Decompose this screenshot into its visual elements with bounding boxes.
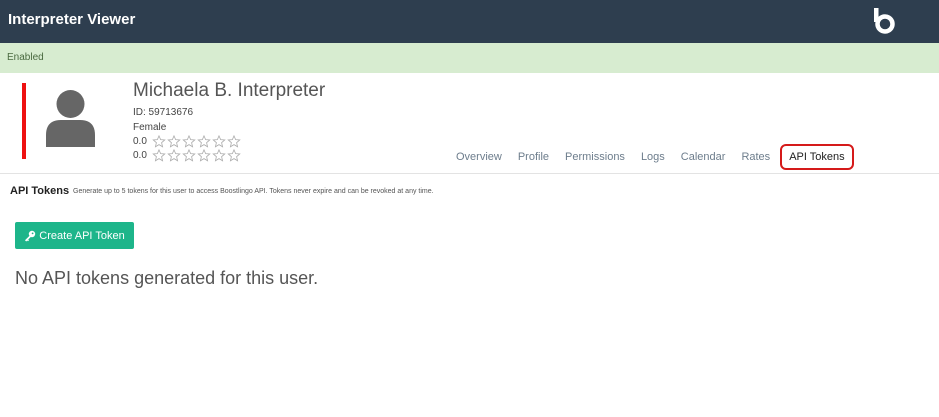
- section-title: API Tokens: [10, 185, 70, 197]
- user-gender: Female: [133, 122, 167, 133]
- rating-value: 0.0: [133, 150, 147, 161]
- boostlingo-logo-icon[interactable]: [872, 8, 896, 34]
- rating-row-2: 0.0: [133, 149, 242, 162]
- avatar-user-icon: [46, 90, 95, 147]
- star-icon: [152, 135, 166, 148]
- rating-row-1: 0.0: [133, 135, 242, 148]
- app-title: Interpreter Viewer: [8, 11, 136, 28]
- top-bar: Interpreter Viewer: [0, 0, 939, 43]
- star-icon: [227, 135, 241, 148]
- star-icon: [167, 135, 181, 148]
- rating-stars: [152, 135, 242, 148]
- star-icon: [227, 149, 241, 162]
- star-icon: [212, 135, 226, 148]
- tab-overview[interactable]: Overview: [456, 151, 502, 163]
- tab-permissions[interactable]: Permissions: [565, 151, 625, 163]
- tab-api-tokens[interactable]: API Tokens: [780, 144, 854, 170]
- create-api-token-label: Create API Token: [39, 229, 125, 242]
- rating-stars: [152, 149, 242, 162]
- section-description: Generate up to 5 tokens for this user to…: [73, 188, 434, 195]
- key-icon: [25, 230, 36, 241]
- tab-profile[interactable]: Profile: [518, 151, 549, 163]
- user-name: Michaela B. Interpreter: [133, 80, 326, 101]
- user-id: ID: 59713676: [133, 107, 194, 118]
- star-icon: [182, 149, 196, 162]
- tab-logs[interactable]: Logs: [641, 151, 665, 163]
- tabs-divider: [0, 173, 939, 174]
- star-icon: [212, 149, 226, 162]
- status-accent-bar: [22, 83, 26, 159]
- star-icon: [197, 149, 211, 162]
- star-icon: [152, 149, 166, 162]
- rating-value: 0.0: [133, 136, 147, 147]
- star-icon: [197, 135, 211, 148]
- star-icon: [182, 135, 196, 148]
- profile-tabs: Overview Profile Permissions Logs Calend…: [448, 142, 862, 172]
- status-bar: Enabled: [0, 43, 939, 73]
- star-icon: [167, 149, 181, 162]
- empty-state-message: No API tokens generated for this user.: [15, 268, 319, 288]
- create-api-token-button[interactable]: Create API Token: [15, 222, 134, 249]
- tab-rates[interactable]: Rates: [741, 151, 770, 163]
- status-text: Enabled: [7, 52, 44, 63]
- tab-calendar[interactable]: Calendar: [681, 151, 726, 163]
